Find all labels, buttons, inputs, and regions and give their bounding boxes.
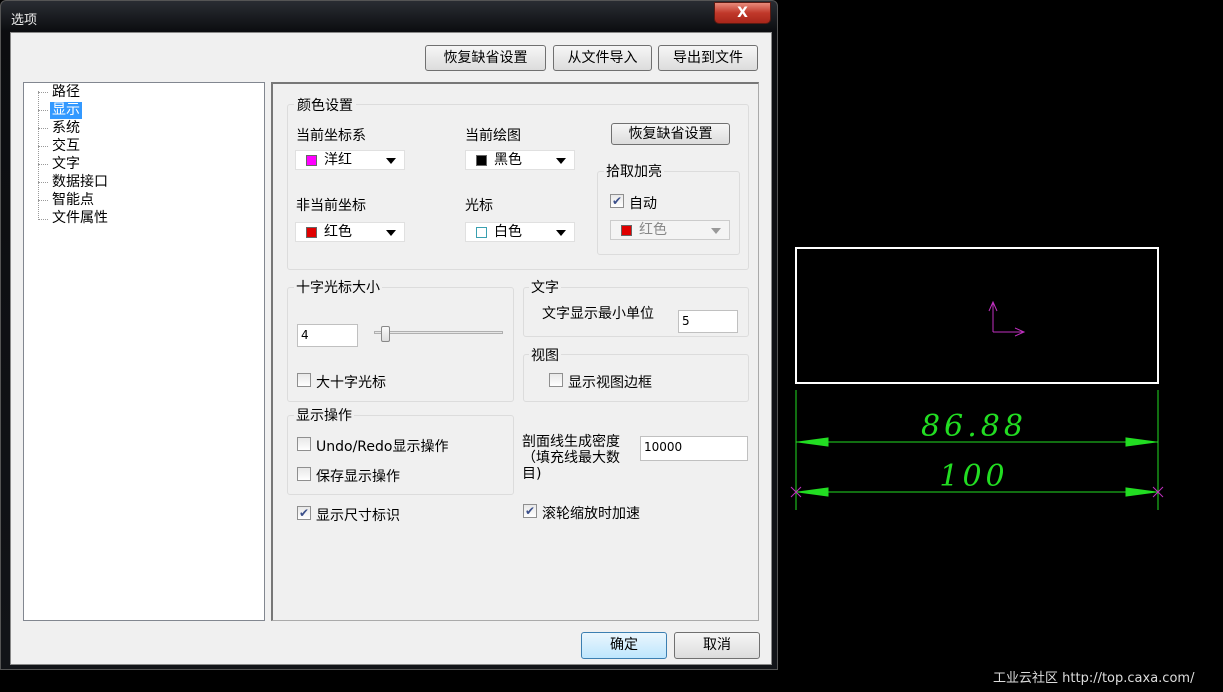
current-cs-label: 当前坐标系 bbox=[296, 128, 366, 144]
close-button[interactable]: X bbox=[714, 2, 771, 24]
big-crosshair-label: 大十字光标 bbox=[316, 375, 386, 391]
tree-connector bbox=[38, 110, 48, 111]
select-value: 红色 bbox=[324, 224, 352, 240]
cursor-color-select[interactable]: 白色 bbox=[465, 222, 575, 242]
show-view-border-label: 显示视图边框 bbox=[568, 375, 652, 391]
dropdown-arrow-icon bbox=[556, 230, 566, 236]
dimension-text-100: 100 bbox=[939, 459, 1008, 494]
coordinate-axis-icon bbox=[988, 300, 1026, 337]
tree-item-data-interface[interactable]: 数据接口 bbox=[50, 174, 110, 191]
crosshair-slider-track[interactable] bbox=[374, 331, 503, 334]
dialog-title: 选项 bbox=[11, 13, 38, 28]
dropdown-arrow-icon bbox=[711, 228, 721, 234]
crosshair-title: 十字光标大小 bbox=[294, 277, 382, 297]
crosshair-size-input[interactable]: 4 bbox=[297, 324, 358, 347]
tree-item-display[interactable]: 显示 bbox=[50, 102, 82, 119]
tree-connector bbox=[38, 182, 48, 183]
tree-connector bbox=[38, 164, 48, 165]
export-to-file-button[interactable]: 导出到文件 bbox=[658, 45, 758, 71]
hatch-density-input[interactable]: 10000 bbox=[640, 436, 748, 461]
save-display-ops-label: 保存显示操作 bbox=[316, 469, 400, 485]
crosshair-slider-thumb[interactable] bbox=[381, 326, 390, 342]
noncurrent-cs-color-select[interactable]: 红色 bbox=[295, 222, 405, 242]
tree-connector bbox=[38, 128, 48, 129]
current-cs-color-select[interactable]: 洋红 bbox=[295, 150, 405, 170]
show-dimension-label: 显示尺寸标识 bbox=[316, 508, 400, 524]
drawing-canvas[interactable]: 86.88 100 bbox=[780, 240, 1223, 540]
select-value: 红色 bbox=[639, 222, 667, 238]
options-dialog: 选项 X 恢复缺省设置 从文件导入 导出到文件 路径 显示 系统 交互 文字 数… bbox=[0, 0, 778, 670]
big-crosshair-checkbox[interactable] bbox=[297, 373, 311, 387]
color-settings-title: 颜色设置 bbox=[294, 95, 356, 115]
color-swatch bbox=[306, 227, 317, 238]
undo-redo-checkbox[interactable] bbox=[297, 437, 311, 451]
ok-button[interactable]: 确定 bbox=[581, 632, 667, 659]
wheel-zoom-accel-label: 滚轮缩放时加速 bbox=[542, 506, 640, 522]
cancel-button[interactable]: 取消 bbox=[674, 632, 760, 659]
tree-item-interaction[interactable]: 交互 bbox=[50, 138, 82, 155]
color-swatch bbox=[621, 225, 632, 236]
select-value: 白色 bbox=[494, 224, 522, 240]
view-title: 视图 bbox=[529, 345, 561, 365]
select-value: 洋红 bbox=[324, 152, 352, 168]
auto-label: 自动 bbox=[629, 196, 657, 212]
tree-connector bbox=[38, 200, 48, 201]
undo-redo-label: Undo/Redo显示操作 bbox=[316, 439, 449, 455]
text-title: 文字 bbox=[529, 277, 561, 297]
wheel-zoom-accel-checkbox[interactable]: ✔ bbox=[523, 504, 537, 518]
color-swatch bbox=[476, 155, 487, 166]
save-display-ops-checkbox[interactable] bbox=[297, 467, 311, 481]
dropdown-arrow-icon bbox=[386, 158, 396, 164]
noncurrent-cs-label: 非当前坐标 bbox=[296, 198, 366, 214]
color-restore-defaults-button[interactable]: 恢复缺省设置 bbox=[611, 123, 730, 145]
tree-connector bbox=[38, 219, 48, 220]
drawn-rectangle bbox=[795, 247, 1159, 384]
tree-item-path[interactable]: 路径 bbox=[50, 84, 82, 101]
tree-item-text[interactable]: 文字 bbox=[50, 156, 82, 173]
min-unit-input[interactable]: 5 bbox=[678, 310, 738, 333]
tree-item-system[interactable]: 系统 bbox=[50, 120, 82, 137]
display-ops-title: 显示操作 bbox=[294, 405, 354, 425]
restore-defaults-button[interactable]: 恢复缺省设置 bbox=[425, 45, 546, 71]
tree-item-file-properties[interactable]: 文件属性 bbox=[50, 210, 110, 227]
tree-item-smart-point[interactable]: 智能点 bbox=[50, 192, 96, 209]
color-swatch bbox=[306, 155, 317, 166]
current-draw-color-select[interactable]: 黑色 bbox=[465, 150, 575, 170]
dropdown-arrow-icon bbox=[386, 230, 396, 236]
current-draw-label: 当前绘图 bbox=[465, 128, 521, 144]
import-from-file-button[interactable]: 从文件导入 bbox=[553, 45, 652, 71]
select-value: 黑色 bbox=[494, 152, 522, 168]
watermark: 工业云社区 http://top.caxa.com/ bbox=[993, 671, 1195, 686]
category-tree: 路径 显示 系统 交互 文字 数据接口 智能点 文件属性 bbox=[23, 82, 265, 621]
tree-connector bbox=[38, 146, 48, 147]
pick-highlight-group bbox=[597, 171, 740, 255]
dropdown-arrow-icon bbox=[556, 158, 566, 164]
pick-color-select[interactable]: 红色 bbox=[610, 220, 730, 240]
hatch-density-label-3: 目) bbox=[522, 466, 542, 482]
tree-connector bbox=[38, 92, 48, 93]
color-swatch bbox=[476, 227, 487, 238]
min-unit-label: 文字显示最小单位 bbox=[542, 306, 654, 322]
pick-highlight-title: 拾取加亮 bbox=[604, 161, 664, 181]
dimension-text-86: 86.88 bbox=[921, 409, 1027, 444]
show-view-border-checkbox[interactable] bbox=[549, 373, 563, 387]
cursor-label: 光标 bbox=[465, 198, 493, 214]
auto-checkbox[interactable]: ✔ bbox=[610, 194, 624, 208]
show-dimension-checkbox[interactable]: ✔ bbox=[297, 506, 311, 520]
